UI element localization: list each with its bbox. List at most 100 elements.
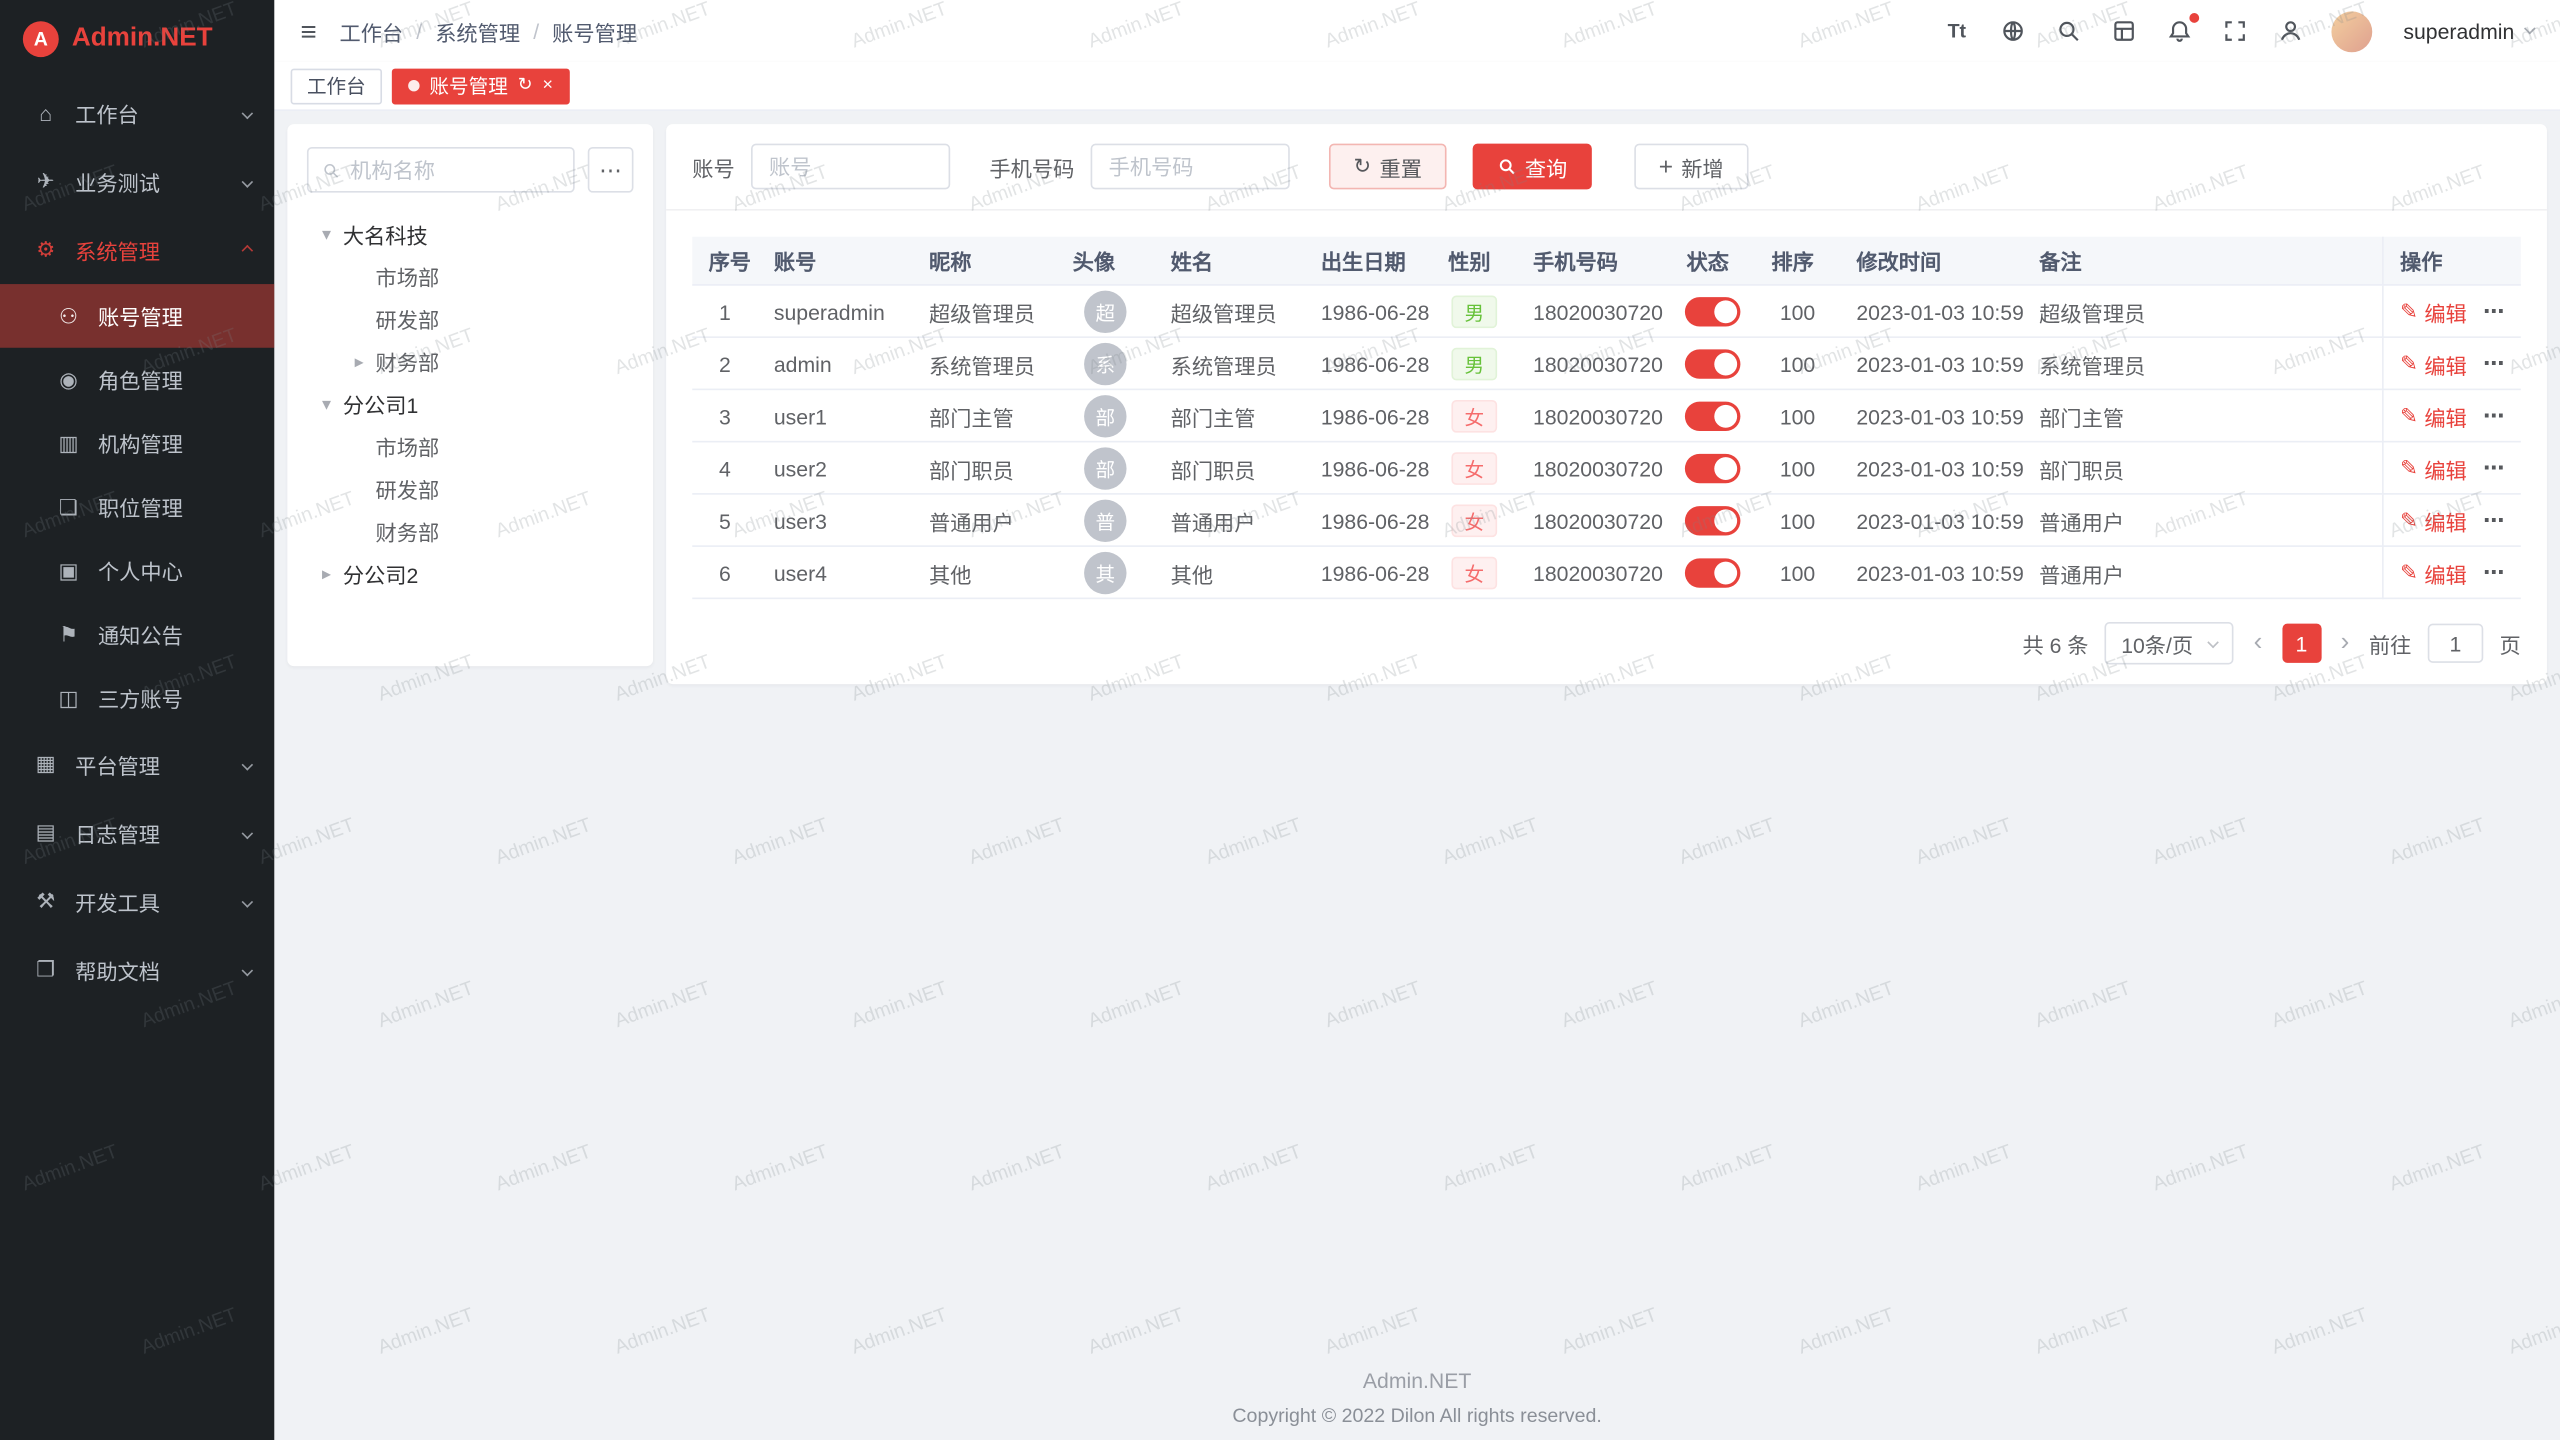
cell-phone: 18020030720 xyxy=(1517,547,1670,599)
sidebar-item-log-manage[interactable]: ▤日志管理 xyxy=(0,798,274,867)
tree-node[interactable]: ▾分公司1 xyxy=(307,382,634,424)
language-icon[interactable] xyxy=(1998,17,2026,45)
tools-icon: ⚒ xyxy=(33,888,59,914)
cell-gender: 女 xyxy=(1432,547,1517,599)
user-menu[interactable]: superadmin xyxy=(2403,19,2534,43)
tree-node[interactable]: 研发部 xyxy=(307,297,634,339)
sidebar-item-role-manage[interactable]: ◉角色管理 xyxy=(0,348,274,412)
sidebar-item-business-test[interactable]: ✈业务测试 xyxy=(0,147,274,216)
logo[interactable]: A Admin.NET xyxy=(0,0,274,78)
post-icon: ❏ xyxy=(56,494,82,520)
org-more-button[interactable]: ⋯ xyxy=(588,147,634,193)
cell-remark: 普通用户 xyxy=(2023,495,2382,547)
footer-copyright: Copyright © 2022 Dilon All rights reserv… xyxy=(274,1404,2560,1427)
user-settings-icon[interactable] xyxy=(2276,17,2304,45)
sidebar-item-help-docs[interactable]: ❐帮助文档 xyxy=(0,936,274,1005)
phone-input[interactable] xyxy=(1091,144,1290,190)
tree-node-label: 市场部 xyxy=(376,430,440,461)
page-number-1[interactable]: 1 xyxy=(2282,624,2321,663)
sidebar-item-org-manage[interactable]: ▥机构管理 xyxy=(0,411,274,475)
caret-right-icon[interactable]: ▸ xyxy=(349,350,369,371)
search-button[interactable]: 查询 xyxy=(1473,144,1592,190)
hamburger-menu-icon[interactable]: ≡ xyxy=(300,17,316,45)
tab-refresh-icon[interactable]: ↻ xyxy=(518,77,533,95)
more-actions-icon[interactable]: ⋯ xyxy=(2483,560,2506,586)
tab-account-manage[interactable]: 账号管理 ↻ × xyxy=(392,68,569,104)
account-input[interactable] xyxy=(751,144,950,190)
fullscreen-icon[interactable] xyxy=(2221,17,2249,45)
edit-button[interactable]: ✎编辑 xyxy=(2400,349,2467,380)
tree-node[interactable]: 市场部 xyxy=(307,255,634,297)
tree-node[interactable]: ▸分公司2 xyxy=(307,552,634,594)
goto-page-input[interactable] xyxy=(2428,624,2484,663)
status-toggle[interactable] xyxy=(1685,454,1741,483)
tree-node[interactable]: 财务部 xyxy=(307,509,634,551)
cell-nickname: 系统管理员 xyxy=(913,338,1057,390)
sidebar-item-third-account[interactable]: ◫三方账号 xyxy=(0,666,274,730)
reset-button[interactable]: ↻ 重置 xyxy=(1329,144,1446,190)
cell-phone: 18020030720 xyxy=(1517,442,1670,494)
sidebar-item-account-manage[interactable]: ⚇账号管理 xyxy=(0,284,274,348)
sidebar-item-notice[interactable]: ⚑通知公告 xyxy=(0,602,274,666)
tree-node[interactable]: ▸财务部 xyxy=(307,340,634,382)
tree-node[interactable]: 研发部 xyxy=(307,467,634,509)
log-icon: ▤ xyxy=(33,820,59,846)
status-toggle[interactable] xyxy=(1685,506,1741,535)
tab-close-icon[interactable]: × xyxy=(542,77,553,95)
sidebar-item-personal-center[interactable]: ▣个人中心 xyxy=(0,539,274,603)
doc-icon: ❐ xyxy=(33,957,59,983)
add-button[interactable]: + 新增 xyxy=(1634,144,1748,190)
sidebar-item-label: 业务测试 xyxy=(75,166,243,197)
tree-node[interactable]: ▾大名科技 xyxy=(307,212,634,254)
sidebar-item-label: 账号管理 xyxy=(98,300,183,331)
user-avatar[interactable] xyxy=(2332,11,2373,52)
status-toggle[interactable] xyxy=(1685,349,1741,378)
more-actions-icon[interactable]: ⋯ xyxy=(2483,456,2506,482)
breadcrumb-item[interactable]: 工作台 xyxy=(339,16,403,47)
edit-button[interactable]: ✎编辑 xyxy=(2400,558,2467,589)
layout-settings-icon[interactable] xyxy=(2109,17,2137,45)
column-header: 账号 xyxy=(758,245,913,276)
edit-button[interactable]: ✎编辑 xyxy=(2400,296,2467,327)
cell-remark: 超级管理员 xyxy=(2023,286,2382,338)
notification-bell-icon[interactable] xyxy=(2165,17,2193,45)
edit-button[interactable]: ✎编辑 xyxy=(2400,401,2467,432)
tree-node-label: 研发部 xyxy=(376,473,440,504)
next-page-button[interactable]: › xyxy=(2337,630,2352,656)
status-toggle[interactable] xyxy=(1685,558,1741,587)
sidebar-item-workbench[interactable]: ⌂工作台 xyxy=(0,78,274,147)
status-toggle[interactable] xyxy=(1685,297,1741,326)
more-icon: ⋯ xyxy=(599,156,622,184)
prev-page-button[interactable]: ‹ xyxy=(2250,630,2265,656)
sidebar-item-post-manage[interactable]: ❏职位管理 xyxy=(0,475,274,539)
tree-node-label: 研发部 xyxy=(376,303,440,334)
cell-avatar: 超 xyxy=(1056,286,1154,338)
font-size-icon[interactable]: Tt xyxy=(1943,17,1971,45)
chevron-down-icon xyxy=(2524,23,2536,35)
more-actions-icon[interactable]: ⋯ xyxy=(2483,508,2506,534)
edit-button[interactable]: ✎编辑 xyxy=(2400,505,2467,536)
page-size-select[interactable]: 10条/页 xyxy=(2105,622,2234,664)
search-icon[interactable] xyxy=(2054,17,2082,45)
tab-workbench[interactable]: 工作台 xyxy=(291,68,382,104)
more-actions-icon[interactable]: ⋯ xyxy=(2483,403,2506,429)
tree-node[interactable]: 市场部 xyxy=(307,424,634,466)
breadcrumb-separator: / xyxy=(533,19,539,43)
accounts-table: 序号账号昵称头像姓名出生日期性别手机号码状态排序修改时间备注操作 1supera… xyxy=(692,237,2521,599)
org-search-input[interactable] xyxy=(350,158,560,182)
sidebar-item-platform-manage[interactable]: ▦平台管理 xyxy=(0,730,274,799)
sidebar-item-system-manage[interactable]: ⚙系统管理 xyxy=(0,216,274,285)
caret-right-icon[interactable]: ▸ xyxy=(317,562,337,583)
cell-birthdate: 1986-06-28 xyxy=(1304,495,1431,547)
gender-tag: 男 xyxy=(1451,296,1497,329)
footer-app-name: Admin.NET xyxy=(274,1368,2560,1392)
column-header: 头像 xyxy=(1056,245,1154,276)
sidebar-item-dev-tools[interactable]: ⚒开发工具 xyxy=(0,867,274,936)
caret-down-icon[interactable]: ▾ xyxy=(317,223,337,244)
breadcrumb-item[interactable]: 系统管理 xyxy=(435,16,520,47)
caret-down-icon[interactable]: ▾ xyxy=(317,393,337,414)
edit-button[interactable]: ✎编辑 xyxy=(2400,453,2467,484)
more-actions-icon[interactable]: ⋯ xyxy=(2483,299,2506,325)
status-toggle[interactable] xyxy=(1685,402,1741,431)
more-actions-icon[interactable]: ⋯ xyxy=(2483,351,2506,377)
